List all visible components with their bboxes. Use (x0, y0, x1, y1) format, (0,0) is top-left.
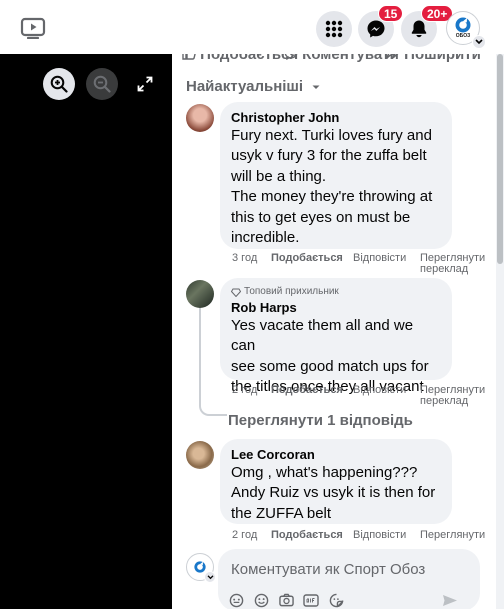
fullscreen-button[interactable] (129, 68, 161, 100)
top-fan-badge: Топовий прихильник (231, 285, 440, 299)
commenter-avatar[interactable] (186, 280, 214, 308)
comment-time[interactable]: 2 год (232, 530, 257, 541)
comment-line: see some good match ups for (231, 357, 429, 375)
messenger-badge: 15 (378, 5, 404, 22)
top-fan-icon (231, 288, 241, 297)
share-action-label: Поширити (404, 54, 481, 63)
reply-link[interactable]: Відповісти (353, 530, 406, 541)
comment-bubble: Christopher John Fury next. Turki loves … (220, 102, 452, 249)
like-link[interactable]: Подобається (271, 253, 343, 264)
reply-link[interactable]: Відповісти (353, 253, 406, 264)
send-icon (443, 594, 457, 606)
comment-time[interactable]: 2 год (232, 385, 257, 396)
comment-line: Andy Ruiz vs usyk it is then for (231, 484, 436, 502)
zoom-in-button[interactable] (43, 68, 75, 100)
comment-line: usyk v fury 3 for the zuffa belt (231, 147, 427, 165)
post-action-bar: Подобається Коментувати Поширити (172, 54, 504, 68)
emoji-icon (254, 593, 268, 607)
commenter-avatar[interactable] (186, 441, 214, 469)
messenger-icon (367, 20, 385, 38)
avatar-sticker-icon (229, 593, 243, 607)
account-button[interactable]: ОБОЗ (446, 11, 486, 49)
sticker-icon (329, 593, 343, 607)
sort-dropdown[interactable]: Найактуальніші (186, 78, 321, 95)
sort-label: Найактуальніші (186, 78, 304, 95)
menu-grid-icon (325, 20, 343, 38)
gif-button[interactable] (303, 592, 319, 608)
view-replies-link[interactable]: Переглянути 1 відповідь (228, 412, 413, 429)
messenger-button[interactable]: 15 (358, 5, 404, 47)
chevron-down-icon (207, 574, 213, 579)
like-icon (182, 54, 196, 60)
comment-input-placeholder: Коментувати як Спорт Обоз (231, 561, 426, 578)
notifications-button[interactable]: 20+ (401, 5, 454, 47)
commenter-avatar[interactable] (186, 104, 214, 132)
comment-line: Yes vacate them all and we can (231, 317, 414, 355)
comment-line: will be a thing. (231, 167, 327, 185)
comment-author[interactable]: Lee Corcoran (231, 446, 440, 463)
bell-icon (411, 20, 427, 38)
zoom-out-button[interactable] (86, 68, 118, 100)
avatar-sticker-button[interactable] (228, 592, 244, 608)
account-menu-toggle[interactable] (472, 35, 486, 49)
comment-line: The money they're throwing at (231, 188, 433, 206)
comments-scroll-thumb[interactable] (497, 54, 503, 264)
chevron-down-icon (475, 39, 483, 45)
zoom-in-icon (50, 75, 68, 93)
comment-icon (284, 54, 298, 61)
comment-bubble: Lee Corcoran Omg , what's happening??? A… (220, 439, 452, 524)
camera-icon (278, 593, 294, 607)
like-link[interactable]: Подобається (271, 385, 343, 396)
comment-time[interactable]: 3 год (232, 253, 257, 264)
fullscreen-icon (137, 76, 153, 92)
share-action[interactable]: Поширити (386, 54, 481, 63)
watch-icon[interactable] (20, 17, 46, 39)
composer-profile-toggle[interactable] (204, 571, 216, 583)
comment-action[interactable]: Коментувати (284, 54, 399, 63)
obozrevatel-logo-icon (455, 17, 471, 33)
comments-panel: Подобається Коментувати Поширити Найакту… (172, 54, 504, 609)
comments-scrollbar[interactable] (496, 54, 504, 609)
see-translation-link-2[interactable]: переклад (420, 264, 468, 275)
comment-line: Fury next. Turki loves fury and (231, 127, 432, 144)
like-link[interactable]: Подобається (271, 530, 343, 541)
chevron-down-icon (312, 85, 320, 89)
media-viewer (0, 54, 172, 609)
sticker-button[interactable] (328, 592, 344, 608)
top-fan-label: Топовий прихильник (244, 286, 339, 297)
see-translation-link[interactable]: Переглянути (420, 530, 485, 541)
comment-line: this to get eyes on must be (231, 208, 411, 226)
top-bar: 15 20+ ОБОЗ (0, 0, 504, 54)
photo-button[interactable] (278, 592, 294, 608)
composer-toolbar (228, 592, 478, 608)
comment-line: incredible. (231, 229, 300, 247)
emoji-button[interactable] (253, 592, 269, 608)
share-icon (386, 54, 399, 59)
comment-line: the ZUFFA belt (231, 504, 332, 522)
see-translation-link-2[interactable]: переклад (420, 396, 468, 407)
comment-author[interactable]: Rob Harps (231, 299, 440, 316)
comment-author[interactable]: Christopher John (231, 109, 440, 126)
comment-line: Omg , what's happening??? (231, 464, 418, 481)
reply-link[interactable]: Відповісти (353, 385, 406, 396)
logo-text: ОБОЗ (455, 33, 471, 39)
send-button[interactable] (442, 592, 458, 608)
comment-bubble: Топовий прихильник Rob Harps Yes vacate … (220, 278, 452, 395)
comment-action-label: Коментувати (302, 54, 399, 63)
obozrevatel-logo-icon (194, 561, 206, 573)
gif-icon (303, 593, 319, 607)
menu-button[interactable] (316, 11, 352, 47)
comment-input[interactable]: Коментувати як Спорт Обоз (218, 549, 480, 609)
zoom-out-icon (93, 75, 111, 93)
like-action[interactable]: Подобається (182, 54, 298, 63)
